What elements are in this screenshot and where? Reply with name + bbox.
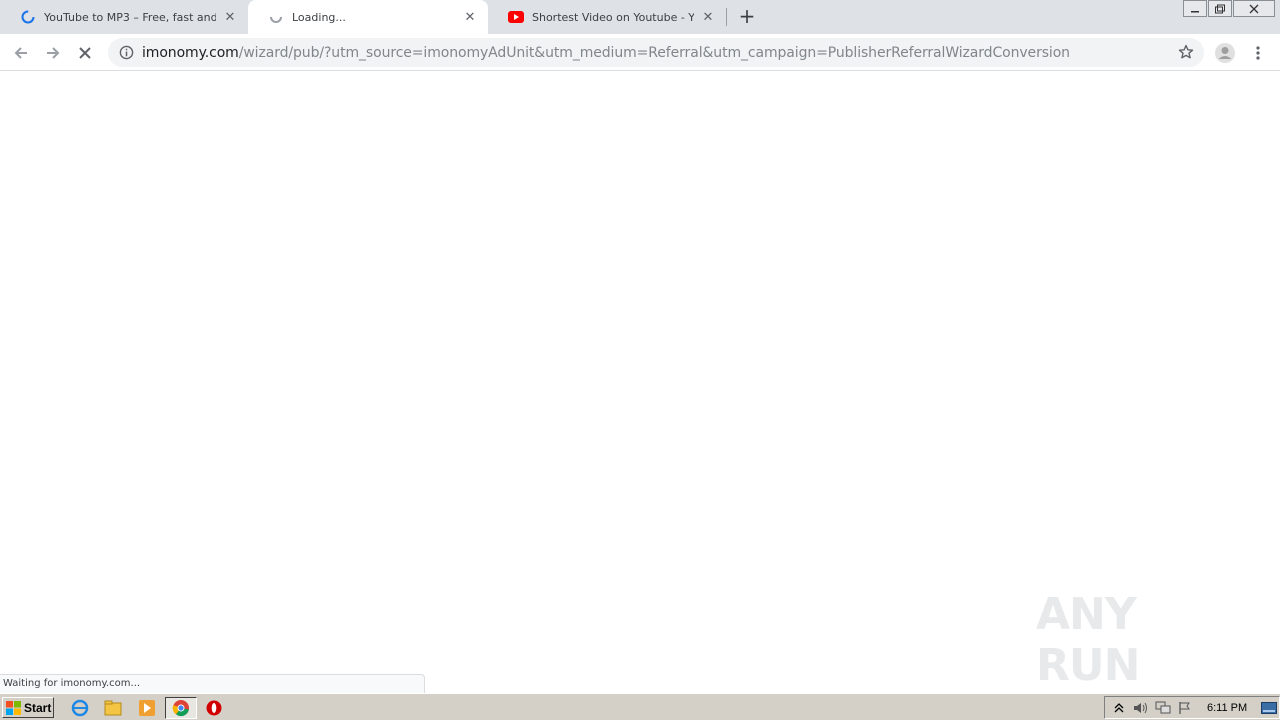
network-icon[interactable] — [1155, 700, 1171, 716]
loading-spinner-icon — [268, 9, 284, 25]
more-vertical-icon — [1256, 46, 1260, 60]
tab-loading[interactable]: Loading... ✕ — [248, 0, 488, 34]
avatar-icon — [1215, 43, 1235, 63]
close-tab-icon[interactable]: ✕ — [222, 9, 238, 25]
tab-youtube-to-mp3[interactable]: YouTube to MP3 – Free, fast and easy ✕ — [0, 0, 248, 34]
minimize-button[interactable] — [1183, 0, 1207, 17]
youtube-icon — [508, 9, 524, 25]
tab-title: Loading... — [292, 10, 346, 24]
close-icon — [79, 47, 91, 59]
watermark-text: ANY RUN — [1036, 589, 1140, 691]
show-hidden-icons-icon[interactable] — [1111, 700, 1127, 716]
chrome-taskbar-button[interactable] — [165, 697, 197, 719]
windows-logo-icon — [6, 700, 21, 715]
menu-button[interactable] — [1245, 40, 1271, 66]
profile-button[interactable] — [1212, 40, 1238, 66]
window-close-button[interactable] — [1233, 0, 1275, 17]
tab-title: Shortest Video on Youtube - YouTube — [532, 10, 694, 24]
chrome-icon — [172, 700, 189, 717]
bookmark-star-icon[interactable] — [1178, 44, 1194, 60]
close-tab-icon[interactable]: ✕ — [462, 9, 478, 25]
restore-icon — [1215, 4, 1225, 13]
close-icon — [1249, 4, 1259, 13]
url-host: imonomy.com — [142, 44, 239, 61]
internet-explorer-icon[interactable] — [70, 698, 90, 718]
volume-icon[interactable] — [1133, 700, 1149, 716]
url-text: imonomy.com/wizard/pub/?utm_source=imono… — [142, 45, 1070, 61]
back-button[interactable] — [8, 40, 34, 66]
media-player-icon[interactable] — [137, 698, 157, 718]
browser-toolbar: imonomy.com/wizard/pub/?utm_source=imono… — [0, 34, 1280, 71]
start-label: Start — [24, 700, 52, 715]
url-path: /wizard/pub/?utm_source=imonomyAdUnit&ut… — [238, 44, 1070, 61]
file-explorer-icon[interactable] — [103, 698, 123, 718]
forward-button[interactable] — [40, 40, 66, 66]
status-bubble: Waiting for imonomy.com... — [0, 674, 425, 693]
stop-loading-button[interactable] — [72, 40, 98, 66]
arrow-right-icon — [47, 47, 60, 59]
show-desktop-icon[interactable] — [1261, 700, 1278, 716]
new-tab-button[interactable]: + — [737, 6, 757, 27]
tab-strip: YouTube to MP3 – Free, fast and easy ✕ L… — [0, 0, 1280, 34]
action-center-flag-icon[interactable] — [1177, 700, 1193, 716]
close-tab-icon[interactable]: ✕ — [700, 9, 716, 25]
arrow-left-icon — [14, 47, 27, 59]
minimize-icon — [1191, 10, 1199, 12]
opera-icon[interactable] — [204, 698, 224, 718]
loading-spinner-icon — [20, 9, 36, 25]
tab-shortest-video[interactable]: Shortest Video on Youtube - YouTube ✕ — [488, 0, 726, 34]
taskbar-clock[interactable]: 6:11 PM — [1207, 702, 1247, 714]
restore-button[interactable] — [1208, 0, 1232, 17]
taskbar: Start 6:11 PM — [0, 693, 1280, 720]
tab-separator — [726, 8, 727, 26]
anyrun-watermark: ANY RUN — [1036, 589, 1236, 691]
address-bar[interactable]: imonomy.com/wizard/pub/?utm_source=imono… — [108, 38, 1204, 67]
tab-title: YouTube to MP3 – Free, fast and easy — [44, 10, 216, 24]
info-icon[interactable] — [118, 45, 134, 61]
start-button[interactable]: Start — [2, 697, 54, 718]
system-tray: 6:11 PM — [1104, 696, 1280, 719]
